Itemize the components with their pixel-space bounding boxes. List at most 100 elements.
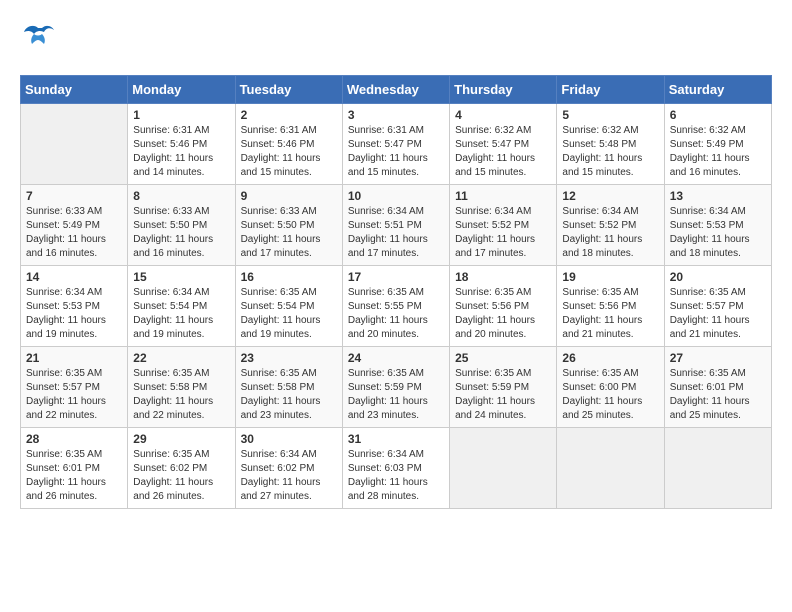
day-info: Sunrise: 6:35 AMSunset: 5:56 PMDaylight:…: [562, 286, 658, 342]
day-info: Sunrise: 6:34 AMSunset: 5:52 PMDaylight:…: [455, 205, 551, 261]
day-info: Sunrise: 6:34 AMSunset: 5:52 PMDaylight:…: [562, 205, 658, 261]
weekday-header-wednesday: Wednesday: [342, 76, 449, 104]
day-number: 14: [26, 270, 122, 284]
day-info: Sunrise: 6:35 AMSunset: 5:59 PMDaylight:…: [348, 367, 444, 423]
day-info: Sunrise: 6:32 AMSunset: 5:48 PMDaylight:…: [562, 124, 658, 180]
day-info: Sunrise: 6:34 AMSunset: 6:02 PMDaylight:…: [241, 448, 337, 504]
week-row-1: 1 Sunrise: 6:31 AMSunset: 5:46 PMDaylight…: [21, 104, 772, 185]
calendar-cell: 19 Sunrise: 6:35 AMSunset: 5:56 PMDayligh…: [557, 266, 664, 347]
day-number: 24: [348, 351, 444, 365]
day-number: 22: [133, 351, 229, 365]
day-info: Sunrise: 6:35 AMSunset: 6:00 PMDaylight:…: [562, 367, 658, 423]
day-info: Sunrise: 6:33 AMSunset: 5:50 PMDaylight:…: [241, 205, 337, 261]
logo-bird-icon: [20, 20, 56, 56]
calendar-cell: 14 Sunrise: 6:34 AMSunset: 5:53 PMDayligh…: [21, 266, 128, 347]
calendar-cell: 20Sunrise: 6:35 AMSunset: 5:57 PMDayligh…: [664, 266, 771, 347]
calendar-cell: 2 Sunrise: 6:31 AMSunset: 5:46 PMDaylight…: [235, 104, 342, 185]
day-info: Sunrise: 6:35 AMSunset: 5:58 PMDaylight:…: [133, 367, 229, 423]
day-info: Sunrise: 6:35 AMSunset: 5:56 PMDaylight:…: [455, 286, 551, 342]
week-row-2: 7Sunrise: 6:33 AMSunset: 5:49 PMDaylight…: [21, 185, 772, 266]
calendar-cell: 31Sunrise: 6:34 AMSunset: 6:03 PMDayligh…: [342, 428, 449, 509]
week-row-3: 14 Sunrise: 6:34 AMSunset: 5:53 PMDayligh…: [21, 266, 772, 347]
calendar-cell: 21 Sunrise: 6:35 AMSunset: 5:57 PMDayligh…: [21, 347, 128, 428]
page-header: [20, 20, 772, 65]
calendar-cell: 7Sunrise: 6:33 AMSunset: 5:49 PMDaylight…: [21, 185, 128, 266]
calendar-cell: 26 Sunrise: 6:35 AMSunset: 6:00 PMDayligh…: [557, 347, 664, 428]
calendar-cell: 15 Sunrise: 6:34 AMSunset: 5:54 PMDayligh…: [128, 266, 235, 347]
day-info: Sunrise: 6:32 AMSunset: 5:49 PMDaylight:…: [670, 124, 766, 180]
calendar-cell: [21, 104, 128, 185]
calendar-cell: 27 Sunrise: 6:35 AMSunset: 6:01 PMDayligh…: [664, 347, 771, 428]
day-info: Sunrise: 6:35 AMSunset: 5:55 PMDaylight:…: [348, 286, 444, 342]
weekday-header-row: SundayMondayTuesdayWednesdayThursdayFrid…: [21, 76, 772, 104]
calendar-cell: 29Sunrise: 6:35 AMSunset: 6:02 PMDayligh…: [128, 428, 235, 509]
weekday-header-monday: Monday: [128, 76, 235, 104]
day-info: Sunrise: 6:35 AMSunset: 6:02 PMDaylight:…: [133, 448, 229, 504]
day-info: Sunrise: 6:35 AMSunset: 6:01 PMDaylight:…: [670, 367, 766, 423]
weekday-header-thursday: Thursday: [450, 76, 557, 104]
day-number: 9: [241, 189, 337, 203]
day-number: 6: [670, 108, 766, 122]
day-number: 18: [455, 270, 551, 284]
day-number: 8: [133, 189, 229, 203]
day-info: Sunrise: 6:34 AMSunset: 5:54 PMDaylight:…: [133, 286, 229, 342]
calendar-cell: 30Sunrise: 6:34 AMSunset: 6:02 PMDayligh…: [235, 428, 342, 509]
day-number: 26: [562, 351, 658, 365]
calendar-cell: 12 Sunrise: 6:34 AMSunset: 5:52 PMDayligh…: [557, 185, 664, 266]
day-number: 5: [562, 108, 658, 122]
week-row-4: 21 Sunrise: 6:35 AMSunset: 5:57 PMDayligh…: [21, 347, 772, 428]
day-number: 19: [562, 270, 658, 284]
calendar-cell: 5 Sunrise: 6:32 AMSunset: 5:48 PMDaylight…: [557, 104, 664, 185]
calendar-cell: 10 Sunrise: 6:34 AMSunset: 5:51 PMDayligh…: [342, 185, 449, 266]
logo: [20, 20, 60, 65]
calendar-cell: 1Sunrise: 6:31 AMSunset: 5:46 PMDaylight…: [128, 104, 235, 185]
day-info: Sunrise: 6:35 AMSunset: 5:54 PMDaylight:…: [241, 286, 337, 342]
calendar-cell: 8 Sunrise: 6:33 AMSunset: 5:50 PMDaylight…: [128, 185, 235, 266]
calendar-cell: 28 Sunrise: 6:35 AMSunset: 6:01 PMDayligh…: [21, 428, 128, 509]
calendar-cell: 4 Sunrise: 6:32 AMSunset: 5:47 PMDaylight…: [450, 104, 557, 185]
day-number: 4: [455, 108, 551, 122]
day-number: 17: [348, 270, 444, 284]
day-info: Sunrise: 6:31 AMSunset: 5:46 PMDaylight:…: [241, 124, 337, 180]
calendar-cell: 22 Sunrise: 6:35 AMSunset: 5:58 PMDayligh…: [128, 347, 235, 428]
day-info: Sunrise: 6:31 AMSunset: 5:47 PMDaylight:…: [348, 124, 444, 180]
day-info: Sunrise: 6:35 AMSunset: 5:57 PMDaylight:…: [670, 286, 766, 342]
calendar-cell: 9 Sunrise: 6:33 AMSunset: 5:50 PMDaylight…: [235, 185, 342, 266]
day-info: Sunrise: 6:35 AMSunset: 6:01 PMDaylight:…: [26, 448, 122, 504]
week-row-5: 28 Sunrise: 6:35 AMSunset: 6:01 PMDayligh…: [21, 428, 772, 509]
day-number: 21: [26, 351, 122, 365]
day-info: Sunrise: 6:35 AMSunset: 5:58 PMDaylight:…: [241, 367, 337, 423]
weekday-header-friday: Friday: [557, 76, 664, 104]
weekday-header-tuesday: Tuesday: [235, 76, 342, 104]
day-info: Sunrise: 6:34 AMSunset: 6:03 PMDaylight:…: [348, 448, 444, 504]
calendar-cell: 17 Sunrise: 6:35 AMSunset: 5:55 PMDayligh…: [342, 266, 449, 347]
calendar-cell: [664, 428, 771, 509]
day-info: Sunrise: 6:33 AMSunset: 5:49 PMDaylight:…: [26, 205, 122, 261]
day-number: 12: [562, 189, 658, 203]
day-number: 15: [133, 270, 229, 284]
calendar-cell: [450, 428, 557, 509]
day-number: 11: [455, 189, 551, 203]
day-number: 1: [133, 108, 229, 122]
day-info: Sunrise: 6:34 AMSunset: 5:51 PMDaylight:…: [348, 205, 444, 261]
day-number: 27: [670, 351, 766, 365]
calendar-cell: 23Sunrise: 6:35 AMSunset: 5:58 PMDayligh…: [235, 347, 342, 428]
calendar-cell: 6 Sunrise: 6:32 AMSunset: 5:49 PMDaylight…: [664, 104, 771, 185]
day-info: Sunrise: 6:34 AMSunset: 5:53 PMDaylight:…: [26, 286, 122, 342]
calendar-cell: 3 Sunrise: 6:31 AMSunset: 5:47 PMDaylight…: [342, 104, 449, 185]
day-number: 3: [348, 108, 444, 122]
calendar-cell: 11 Sunrise: 6:34 AMSunset: 5:52 PMDayligh…: [450, 185, 557, 266]
day-info: Sunrise: 6:35 AMSunset: 5:59 PMDaylight:…: [455, 367, 551, 423]
day-info: Sunrise: 6:34 AMSunset: 5:53 PMDaylight:…: [670, 205, 766, 261]
day-number: 13: [670, 189, 766, 203]
calendar-cell: 24 Sunrise: 6:35 AMSunset: 5:59 PMDayligh…: [342, 347, 449, 428]
day-number: 2: [241, 108, 337, 122]
day-number: 28: [26, 432, 122, 446]
calendar-cell: 18 Sunrise: 6:35 AMSunset: 5:56 PMDayligh…: [450, 266, 557, 347]
day-info: Sunrise: 6:32 AMSunset: 5:47 PMDaylight:…: [455, 124, 551, 180]
day-number: 10: [348, 189, 444, 203]
calendar-cell: 16Sunrise: 6:35 AMSunset: 5:54 PMDayligh…: [235, 266, 342, 347]
day-info: Sunrise: 6:35 AMSunset: 5:57 PMDaylight:…: [26, 367, 122, 423]
day-info: Sunrise: 6:33 AMSunset: 5:50 PMDaylight:…: [133, 205, 229, 261]
weekday-header-sunday: Sunday: [21, 76, 128, 104]
